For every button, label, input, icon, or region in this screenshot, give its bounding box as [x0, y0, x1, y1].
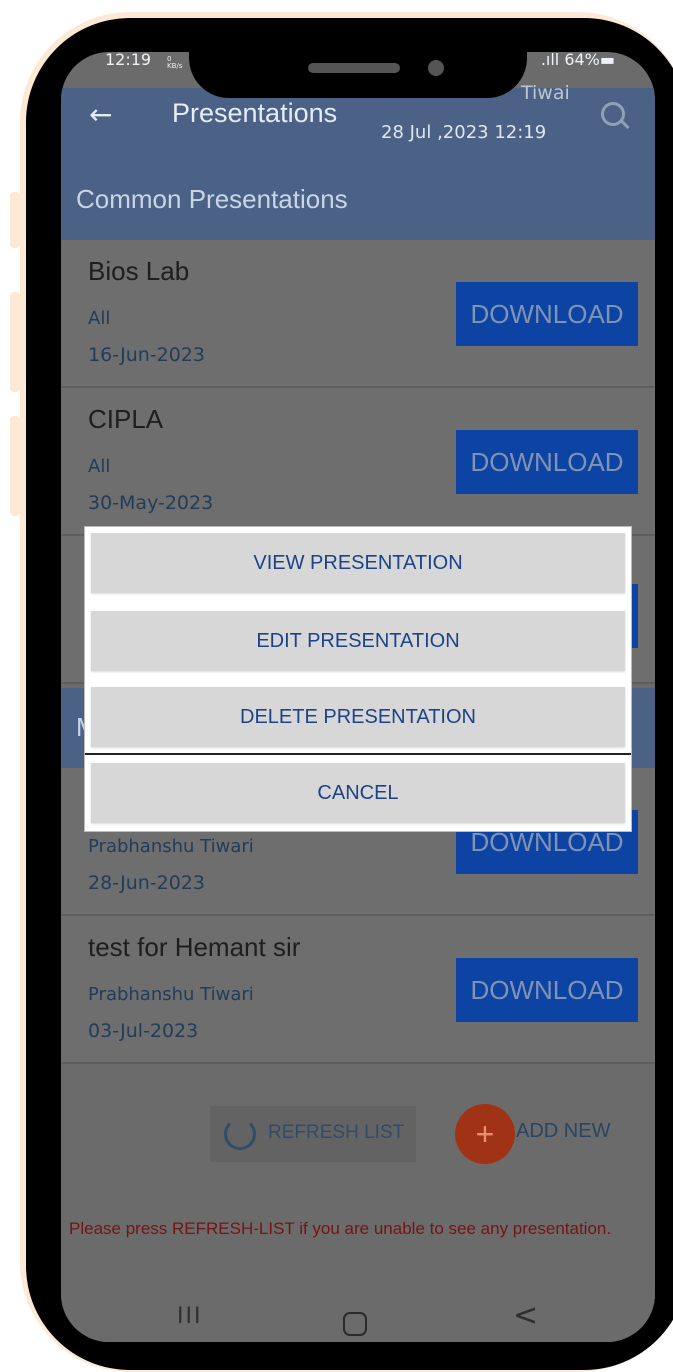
volume-down-button: [10, 292, 20, 392]
card-title: test for Hemant sir: [88, 932, 301, 962]
card-author: Prabhanshu Tiwari: [88, 836, 254, 857]
status-time: 12:19: [105, 52, 152, 69]
card-date: 28-Jun-2023: [88, 872, 205, 894]
card-date: 03-Jul-2023: [88, 1020, 199, 1042]
download-button[interactable]: DOWNLOAD: [456, 430, 638, 494]
section-title: Common Presentations: [76, 184, 348, 214]
page-title: Presentations: [172, 98, 338, 128]
refresh-warning: Please press REFRESH-LIST if you are una…: [69, 1219, 612, 1238]
refresh-icon: [224, 1118, 256, 1150]
presentation-card[interactable]: test for Hemant sir Prabhanshu Tiwari 03…: [61, 916, 655, 1064]
refresh-list-button[interactable]: REFRESH LIST: [210, 1106, 416, 1162]
dialog-divider: [85, 753, 631, 755]
add-new-button[interactable]: +: [455, 1104, 515, 1164]
card-author: All: [88, 308, 111, 329]
user-name: Tiwai: [521, 82, 570, 104]
card-title: Bios Lab: [88, 256, 190, 286]
edit-presentation-button[interactable]: EDIT PRESENTATION: [91, 611, 625, 671]
presentation-card[interactable]: CIPLA All 30-May-2023 DOWNLOAD: [61, 388, 655, 536]
card-author: All: [88, 456, 111, 477]
header-datetime: 28 Jul ,2023 12:19: [381, 122, 547, 143]
home-icon[interactable]: [343, 1312, 367, 1336]
recents-icon[interactable]: III: [177, 1304, 202, 1329]
search-icon[interactable]: [601, 102, 625, 126]
volume-up-button: [10, 192, 20, 248]
system-nav-bar: III <: [61, 1296, 655, 1342]
power-button: [10, 416, 20, 516]
download-button[interactable]: DOWNLOAD: [456, 958, 638, 1022]
card-date: 16-Jun-2023: [88, 344, 205, 366]
signal-battery: .ıll 64%▬: [540, 52, 615, 69]
presentation-options-dialog: VIEW PRESENTATION EDIT PRESENTATION DELE…: [84, 526, 632, 832]
back-arrow-icon[interactable]: ←: [89, 98, 112, 131]
section-common-presentations: Common Presentations: [61, 160, 655, 240]
cancel-button[interactable]: CANCEL: [91, 763, 625, 823]
app-header: ← Presentations Tiwai 28 Jul ,2023 12:19: [61, 82, 655, 160]
download-button[interactable]: DOWNLOAD: [456, 282, 638, 346]
card-date: 30-May-2023: [88, 492, 214, 514]
nav-back-icon[interactable]: <: [513, 1298, 538, 1333]
front-camera: [428, 60, 444, 76]
card-title: CIPLA: [88, 404, 164, 434]
refresh-label: REFRESH LIST: [268, 1122, 405, 1143]
delete-presentation-button[interactable]: DELETE PRESENTATION: [91, 687, 625, 747]
view-presentation-button[interactable]: VIEW PRESENTATION: [91, 533, 625, 593]
speaker-grille: [308, 63, 400, 73]
presentation-card[interactable]: Bios Lab All 16-Jun-2023 DOWNLOAD: [61, 240, 655, 388]
card-author: Prabhanshu Tiwari: [88, 984, 254, 1005]
network-speed: 0 KB/s: [167, 55, 183, 70]
add-new-label[interactable]: ADD NEW: [516, 1120, 610, 1143]
